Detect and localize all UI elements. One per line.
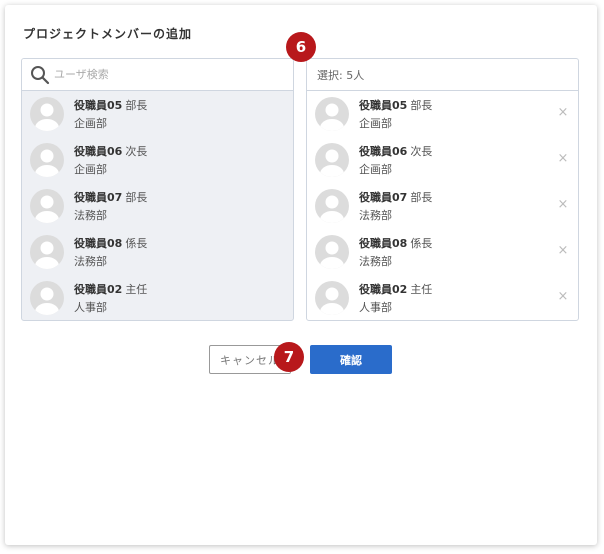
user-dept: 企画部 xyxy=(74,163,107,176)
user-name: 役職員05 xyxy=(359,99,408,112)
user-dept: 人事部 xyxy=(74,301,107,314)
list-item[interactable]: 役職員02 主任 人事部 xyxy=(22,275,293,320)
add-member-dialog: プロジェクトメンバーの追加 役職員05部長 企画部 xyxy=(5,5,597,545)
remove-icon[interactable]: × xyxy=(556,290,570,304)
list-item: 役職員02 主任 人事部 × xyxy=(307,275,578,320)
user-dept: 企画部 xyxy=(359,163,392,176)
avatar xyxy=(30,143,64,177)
avatar xyxy=(315,235,349,269)
list-item[interactable]: 役職員08 係長 法務部 xyxy=(22,229,293,275)
user-dept: 企画部 xyxy=(359,117,392,130)
user-search-input[interactable] xyxy=(54,68,274,81)
user-dept: 人事部 xyxy=(359,301,392,314)
user-role: 部長 xyxy=(125,99,148,112)
search-bar xyxy=(22,59,293,91)
remove-icon[interactable]: × xyxy=(556,244,570,258)
user-role: 主任 xyxy=(410,283,433,296)
user-name: 役職員02 xyxy=(74,283,123,296)
list-item[interactable]: 役職員06 次長 企画部 xyxy=(22,137,293,183)
user-silhouette-icon xyxy=(320,241,344,269)
user-silhouette-icon xyxy=(35,287,59,315)
user-silhouette-icon xyxy=(35,241,59,269)
user-dept: 法務部 xyxy=(359,209,392,222)
user-name: 役職員02 xyxy=(359,283,408,296)
available-users-list: 役職員05 部長 企画部 役職員06 次長 企画部 役職員07 部長 法務部 役… xyxy=(22,91,293,320)
list-item: 役職員07 部長 法務部 × xyxy=(307,183,578,229)
avatar xyxy=(315,281,349,315)
user-silhouette-icon xyxy=(320,103,344,131)
list-item[interactable]: 役職員05 部長 企画部 xyxy=(22,91,293,137)
selected-users-list: 役職員05 部長 企画部 × 役職員06 次長 企画部 × 役職員07 部長 法… xyxy=(307,91,578,320)
user-name: 役職員07 xyxy=(74,191,123,204)
avatar xyxy=(315,189,349,223)
user-role: 次長 xyxy=(410,145,433,158)
user-role: 部長 xyxy=(125,191,148,204)
annotation-marker-6: 6 xyxy=(286,32,316,62)
avatar xyxy=(30,235,64,269)
user-name: 役職員06 xyxy=(359,145,408,158)
user-silhouette-icon xyxy=(320,195,344,223)
selected-users-panel: 選択: 5人 役職員05 部長 企画部 × 役職員06 次長 企画部 × 役職員… xyxy=(306,58,579,321)
list-item: 役職員08 係長 法務部 × xyxy=(307,229,578,275)
user-silhouette-icon xyxy=(35,195,59,223)
user-role: 部長 xyxy=(410,191,433,204)
user-name: 役職員08 xyxy=(74,237,123,250)
user-role: 次長 xyxy=(125,145,148,158)
remove-icon[interactable]: × xyxy=(556,106,570,120)
user-name: 役職員07 xyxy=(359,191,408,204)
avatar xyxy=(315,97,349,131)
user-role: 部長 xyxy=(410,99,433,112)
avatar xyxy=(30,189,64,223)
dialog-title: プロジェクトメンバーの追加 xyxy=(23,27,193,41)
user-name: 役職員05 xyxy=(74,99,123,112)
remove-icon[interactable]: × xyxy=(556,152,570,166)
user-silhouette-icon xyxy=(35,149,59,177)
user-dept: 企画部 xyxy=(74,117,107,130)
confirm-button[interactable]: 確認 xyxy=(310,345,392,374)
user-silhouette-icon xyxy=(35,103,59,131)
available-users-panel: 役職員05部長 企画部 役職員06次長 企画部 役職員07部長 xyxy=(21,58,294,321)
user-silhouette-icon xyxy=(320,149,344,177)
list-item: 役職員05 部長 企画部 × xyxy=(307,91,578,137)
user-name: 役職員08 xyxy=(359,237,408,250)
user-role: 主任 xyxy=(125,283,148,296)
user-dept: 法務部 xyxy=(74,209,107,222)
selected-count: 選択: 5人 xyxy=(307,59,578,91)
list-item[interactable]: 役職員07 部長 法務部 xyxy=(22,183,293,229)
annotation-marker-7: 7 xyxy=(274,342,304,372)
list-item: 役職員06 次長 企画部 × xyxy=(307,137,578,183)
user-name: 役職員06 xyxy=(74,145,123,158)
avatar xyxy=(315,143,349,177)
avatar xyxy=(30,281,64,315)
user-role: 係長 xyxy=(410,237,433,250)
avatar xyxy=(30,97,64,131)
remove-icon[interactable]: × xyxy=(556,198,570,212)
user-silhouette-icon xyxy=(320,287,344,315)
user-role: 係長 xyxy=(125,237,148,250)
user-dept: 法務部 xyxy=(359,255,392,268)
user-dept: 法務部 xyxy=(74,255,107,268)
search-icon xyxy=(31,65,50,84)
